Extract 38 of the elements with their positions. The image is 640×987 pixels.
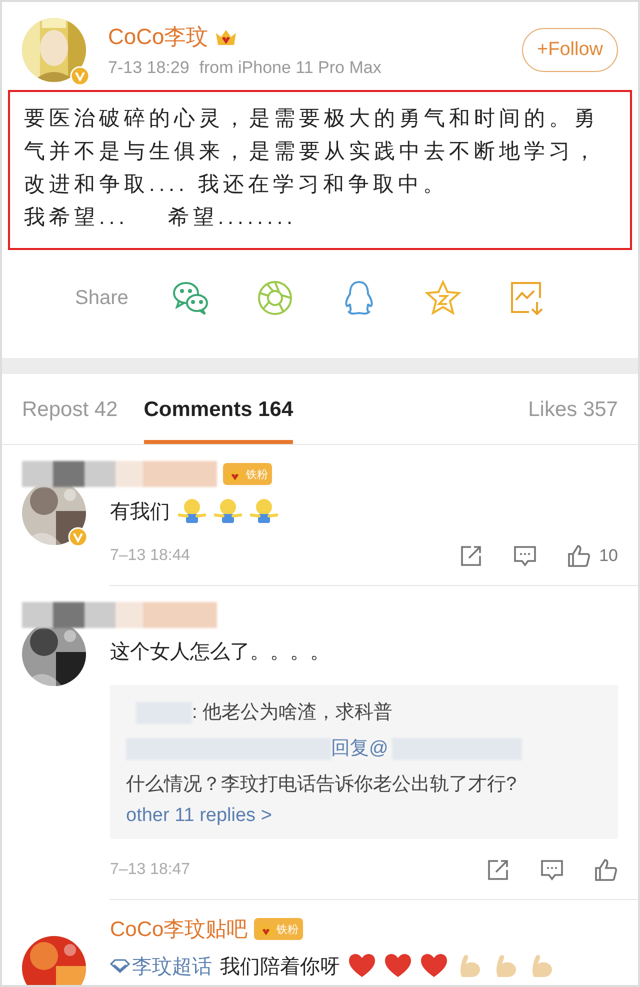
post-source: from iPhone 11 Pro Max (199, 58, 382, 78)
share-icon[interactable] (459, 544, 484, 568)
heart-icon (420, 952, 448, 980)
topic-link[interactable]: 李玟超话 (110, 952, 212, 980)
heart-icon (384, 952, 412, 980)
hug-emoji-icon (250, 497, 278, 525)
post-text: 要医治破碎的心灵，是需要极大的勇气和时间的。勇气并不是与生俱来，是需要从实践中去不断地学习，改进和争取.... 我还在学习和争取中。 (24, 106, 600, 198)
fan-badge: 铁粉 (223, 463, 272, 485)
share-icon[interactable] (486, 858, 510, 882)
star-icon[interactable] (423, 278, 463, 318)
share-label: Share (75, 286, 130, 310)
diamond-icon (110, 959, 130, 973)
tab[interactable]: Likes 357 (528, 394, 618, 444)
comment-text: 我们陪着你呀 (220, 954, 340, 980)
thumbs-up-icon[interactable] (594, 858, 618, 882)
comment-text: 这个女人怎么了。。。。 (110, 640, 330, 665)
fan-badge: 铁粉 (254, 918, 303, 940)
reply-text: 什么情况？李玟打电话告诉你老公出轨了才行? (126, 773, 517, 797)
follow-button[interactable]: +Follow (522, 28, 618, 72)
comment-time: 7–13 18:44 (110, 547, 190, 565)
reply-link[interactable]: 回复@ (331, 731, 388, 767)
post-text: 我希望... 希望........ (24, 205, 298, 231)
comment-text: 有我们 (110, 500, 170, 524)
author-name[interactable]: CoCo李玟 (108, 22, 208, 52)
reply-text: : 他老公为啥渣，求科普 (192, 700, 393, 725)
more-replies-link[interactable]: other 11 replies > (126, 805, 272, 827)
thumbs-up-icon[interactable] (567, 544, 592, 568)
hug-emoji-icon (178, 497, 206, 525)
commenter-name[interactable]: CoCo李玟贴吧 (110, 915, 248, 943)
tab[interactable]: Repost 42 (22, 394, 118, 444)
comment-time: 7–13 18:47 (110, 861, 190, 879)
tab[interactable]: Comments 164 (144, 394, 294, 444)
post-time: 7-13 18:29 (108, 58, 190, 78)
hug-emoji-icon (214, 497, 242, 525)
comment-icon[interactable] (513, 544, 538, 568)
comment-icon[interactable] (540, 858, 564, 882)
like-count: 10 (599, 546, 618, 566)
heart-icon (348, 952, 376, 980)
